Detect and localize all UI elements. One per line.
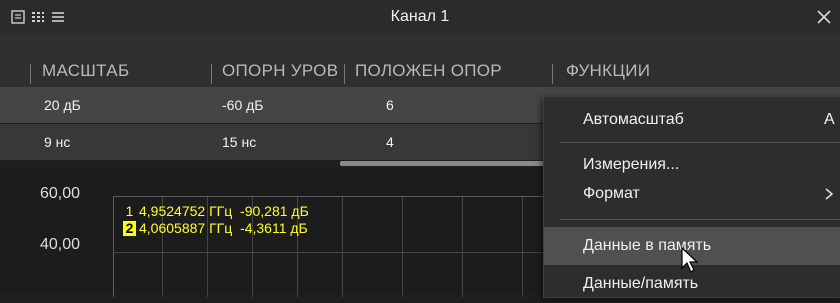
- marker-number: 2: [123, 221, 136, 236]
- table-cell-scale[interactable]: 9 нс: [44, 124, 70, 160]
- menu-item-shortcut: A: [824, 111, 835, 128]
- marker-value: -4,3611 дБ: [240, 220, 308, 236]
- menu-item-autoscale[interactable]: Автомасштаб A: [544, 101, 840, 139]
- column-header-ref-level[interactable]: ОПОРН УРОВ: [222, 34, 342, 87]
- title-bar: Канал 1: [0, 0, 840, 35]
- grid-line: [522, 197, 523, 297]
- marker-frequency: 4,0605887 ГГц: [139, 220, 233, 236]
- marker-frequency: 4,9524752 ГГц: [139, 203, 233, 219]
- grid-line: [402, 197, 403, 297]
- column-header-functions[interactable]: ФУНКЦИИ: [566, 34, 716, 87]
- marker-readout: 1 4,9524752 ГГц -90,281 дБ: [123, 203, 309, 219]
- grid-line: [462, 197, 463, 297]
- menu-item-label: Автомасштаб: [583, 111, 684, 128]
- table-cell-scale[interactable]: 20 дБ: [44, 87, 81, 123]
- column-separator: [30, 64, 31, 84]
- table-cell-ref-level[interactable]: 15 нс: [222, 124, 256, 160]
- column-header-ref-position[interactable]: ПОЛОЖЕН ОПОР: [355, 34, 550, 87]
- menu-item-format[interactable]: Формат: [544, 175, 840, 213]
- column-separator: [344, 64, 345, 84]
- close-icon[interactable]: [812, 5, 836, 29]
- column-separator: [552, 64, 553, 84]
- chevron-right-icon: [824, 175, 834, 213]
- table-cell-ref-position[interactable]: 4: [386, 124, 394, 160]
- menu-separator: [560, 219, 840, 220]
- mouse-cursor-icon: [681, 246, 699, 273]
- table-header: МАСШТАБ ОПОРН УРОВ ПОЛОЖЕН ОПОР ФУНКЦИИ: [0, 34, 840, 87]
- column-header-scale[interactable]: МАСШТАБ: [42, 34, 202, 87]
- grid-line: [114, 252, 554, 253]
- y-axis-label: 60,00: [40, 185, 81, 202]
- marker-readout: 2 4,0605887 ГГц -4,3611 дБ: [123, 220, 308, 236]
- table-cell-ref-level[interactable]: -60 дБ: [222, 87, 263, 123]
- menu-separator: [560, 142, 840, 143]
- marker-number: 1: [125, 203, 134, 219]
- table-cell-ref-position[interactable]: 6: [386, 87, 394, 123]
- marker-value: -90,281 дБ: [240, 203, 309, 219]
- menu-item-label: Формат: [583, 185, 640, 202]
- grid-line: [342, 197, 343, 297]
- y-axis-label: 40,00: [40, 236, 81, 253]
- column-separator: [211, 64, 212, 84]
- window-title: Канал 1: [390, 8, 450, 25]
- horizontal-scrollbar[interactable]: [340, 161, 546, 166]
